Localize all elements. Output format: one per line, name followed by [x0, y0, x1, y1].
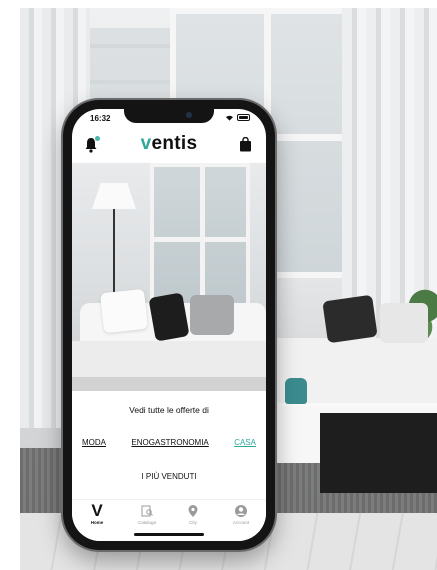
category-link-casa[interactable]: CASA — [234, 438, 256, 447]
bestsellers-heading[interactable]: I PIÙ VENDUTI — [72, 472, 266, 481]
catalog-search-icon — [141, 505, 153, 517]
status-time: 16:32 — [90, 114, 111, 123]
battery-icon — [237, 114, 250, 121]
cart-button[interactable] — [239, 136, 252, 152]
tab-city[interactable]: City — [174, 504, 212, 525]
hero-banner-image[interactable] — [72, 163, 266, 391]
category-link-enogastronomia[interactable]: ENOGASTRONOMIA — [131, 438, 208, 447]
category-link-moda[interactable]: MODA — [82, 438, 106, 447]
tab-account[interactable]: Account — [222, 504, 260, 525]
home-indicator — [134, 533, 204, 536]
wifi-icon — [226, 115, 233, 121]
phone-mockup: 16:32 ventis Vedi tutte le offerte di MO… — [63, 100, 275, 550]
tab-cataloga[interactable]: Cataloga — [128, 504, 166, 525]
ventis-logo: ventis — [140, 133, 198, 154]
location-pin-icon — [188, 505, 198, 517]
offers-title: Vedi tutte le offerte di — [129, 405, 209, 415]
background-pillow-dark — [322, 294, 378, 344]
background-pillow-light — [380, 303, 428, 343]
background-dark-table — [320, 413, 437, 493]
ventis-v-icon: V — [91, 501, 103, 520]
category-links: MODA ENOGASTRONOMIA CASA — [82, 438, 256, 447]
bottom-tab-bar: V Home Cataloga City Account — [72, 499, 266, 541]
phone-notch — [124, 109, 214, 123]
tab-home[interactable]: V Home — [78, 501, 116, 525]
phone-screen: 16:32 ventis Vedi tutte le offerte di MO… — [72, 109, 266, 541]
app-header: ventis — [72, 129, 266, 159]
background-vase — [285, 378, 307, 404]
user-icon — [235, 505, 247, 517]
shopping-bag-icon — [240, 136, 251, 152]
